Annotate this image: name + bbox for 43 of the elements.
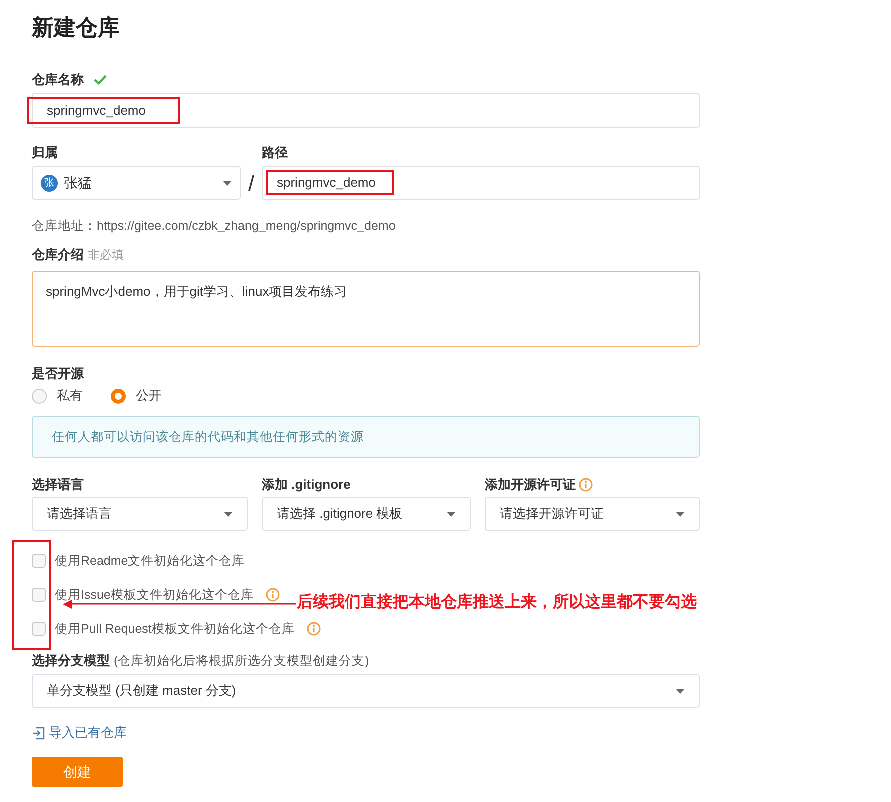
annotation-note: 后续我们直接把本地仓库推送上来，所以这里都不要勾选	[297, 592, 697, 613]
field-label: 选择分支模型	[32, 652, 110, 670]
dropdown-select[interactable]: 请选择 .gitignore 模板	[262, 497, 471, 531]
checkbox[interactable]	[32, 622, 46, 636]
dropdown-select[interactable]: 请选择开源许可证	[485, 497, 700, 531]
field-label: 仓库介绍	[32, 246, 84, 264]
owner-name: 张猛	[64, 174, 93, 192]
radio-button[interactable]	[32, 388, 47, 404]
checkbox-label: 使用Readme文件初始化这个仓库	[55, 552, 246, 570]
field-label: 选择语言	[32, 476, 84, 494]
field-note: (仓库初始化后将根据所选分支模型创建分支)	[114, 652, 370, 670]
visibility-notice: 任何人都可以访问该仓库的代码和其他任何形式的资源	[32, 416, 700, 458]
radio-button[interactable]	[111, 388, 126, 404]
path-input-field[interactable]: springmvc_demo	[262, 166, 700, 200]
caret-icon	[447, 512, 456, 516]
caret-icon	[224, 512, 233, 516]
optional-hint: 非必填	[88, 247, 124, 264]
caret-icon	[676, 688, 685, 694]
field-label: 仓库名称	[32, 71, 84, 90]
caret-icon	[676, 512, 685, 516]
field-label: 是否开源	[32, 366, 84, 382]
field-label: 路径	[262, 145, 288, 161]
name-input-field[interactable]: springmvc_demo	[32, 93, 700, 128]
radio-label: 私有	[57, 387, 83, 406]
field-label: 添加 .gitignore	[262, 476, 351, 494]
checkbox[interactable]	[32, 554, 46, 568]
page-title: 新建仓库	[32, 14, 120, 42]
import-icon	[32, 726, 45, 740]
checkbox-label: 使用Issue模板文件初始化这个仓库	[55, 586, 254, 604]
owner-select[interactable]: 张 张猛	[32, 166, 241, 200]
import-link[interactable]: 导入已有仓库	[49, 723, 127, 743]
field-label: 添加开源许可证	[485, 476, 576, 494]
repository-address: 仓库地址：https://gitee.com/czbk_zhang_meng/springmvc_demo	[32, 218, 396, 234]
branch-model-select[interactable]: 单分支模型 (只创建 master 分支)	[32, 674, 700, 708]
field-label: 归属	[32, 145, 58, 161]
path-separator: /	[248, 170, 255, 198]
avatar-icon: 张	[41, 174, 58, 192]
caret-icon	[223, 180, 232, 186]
description-text-area[interactable]: springMvc小demo，用于git学习、linux项目发布练习	[32, 271, 700, 347]
checkbox-label: 使用Pull Request模板文件初始化这个仓库	[55, 620, 295, 638]
radio-label: 公开	[136, 387, 162, 406]
dropdown-select[interactable]: 请选择语言	[32, 497, 248, 531]
checkbox[interactable]	[32, 588, 46, 602]
